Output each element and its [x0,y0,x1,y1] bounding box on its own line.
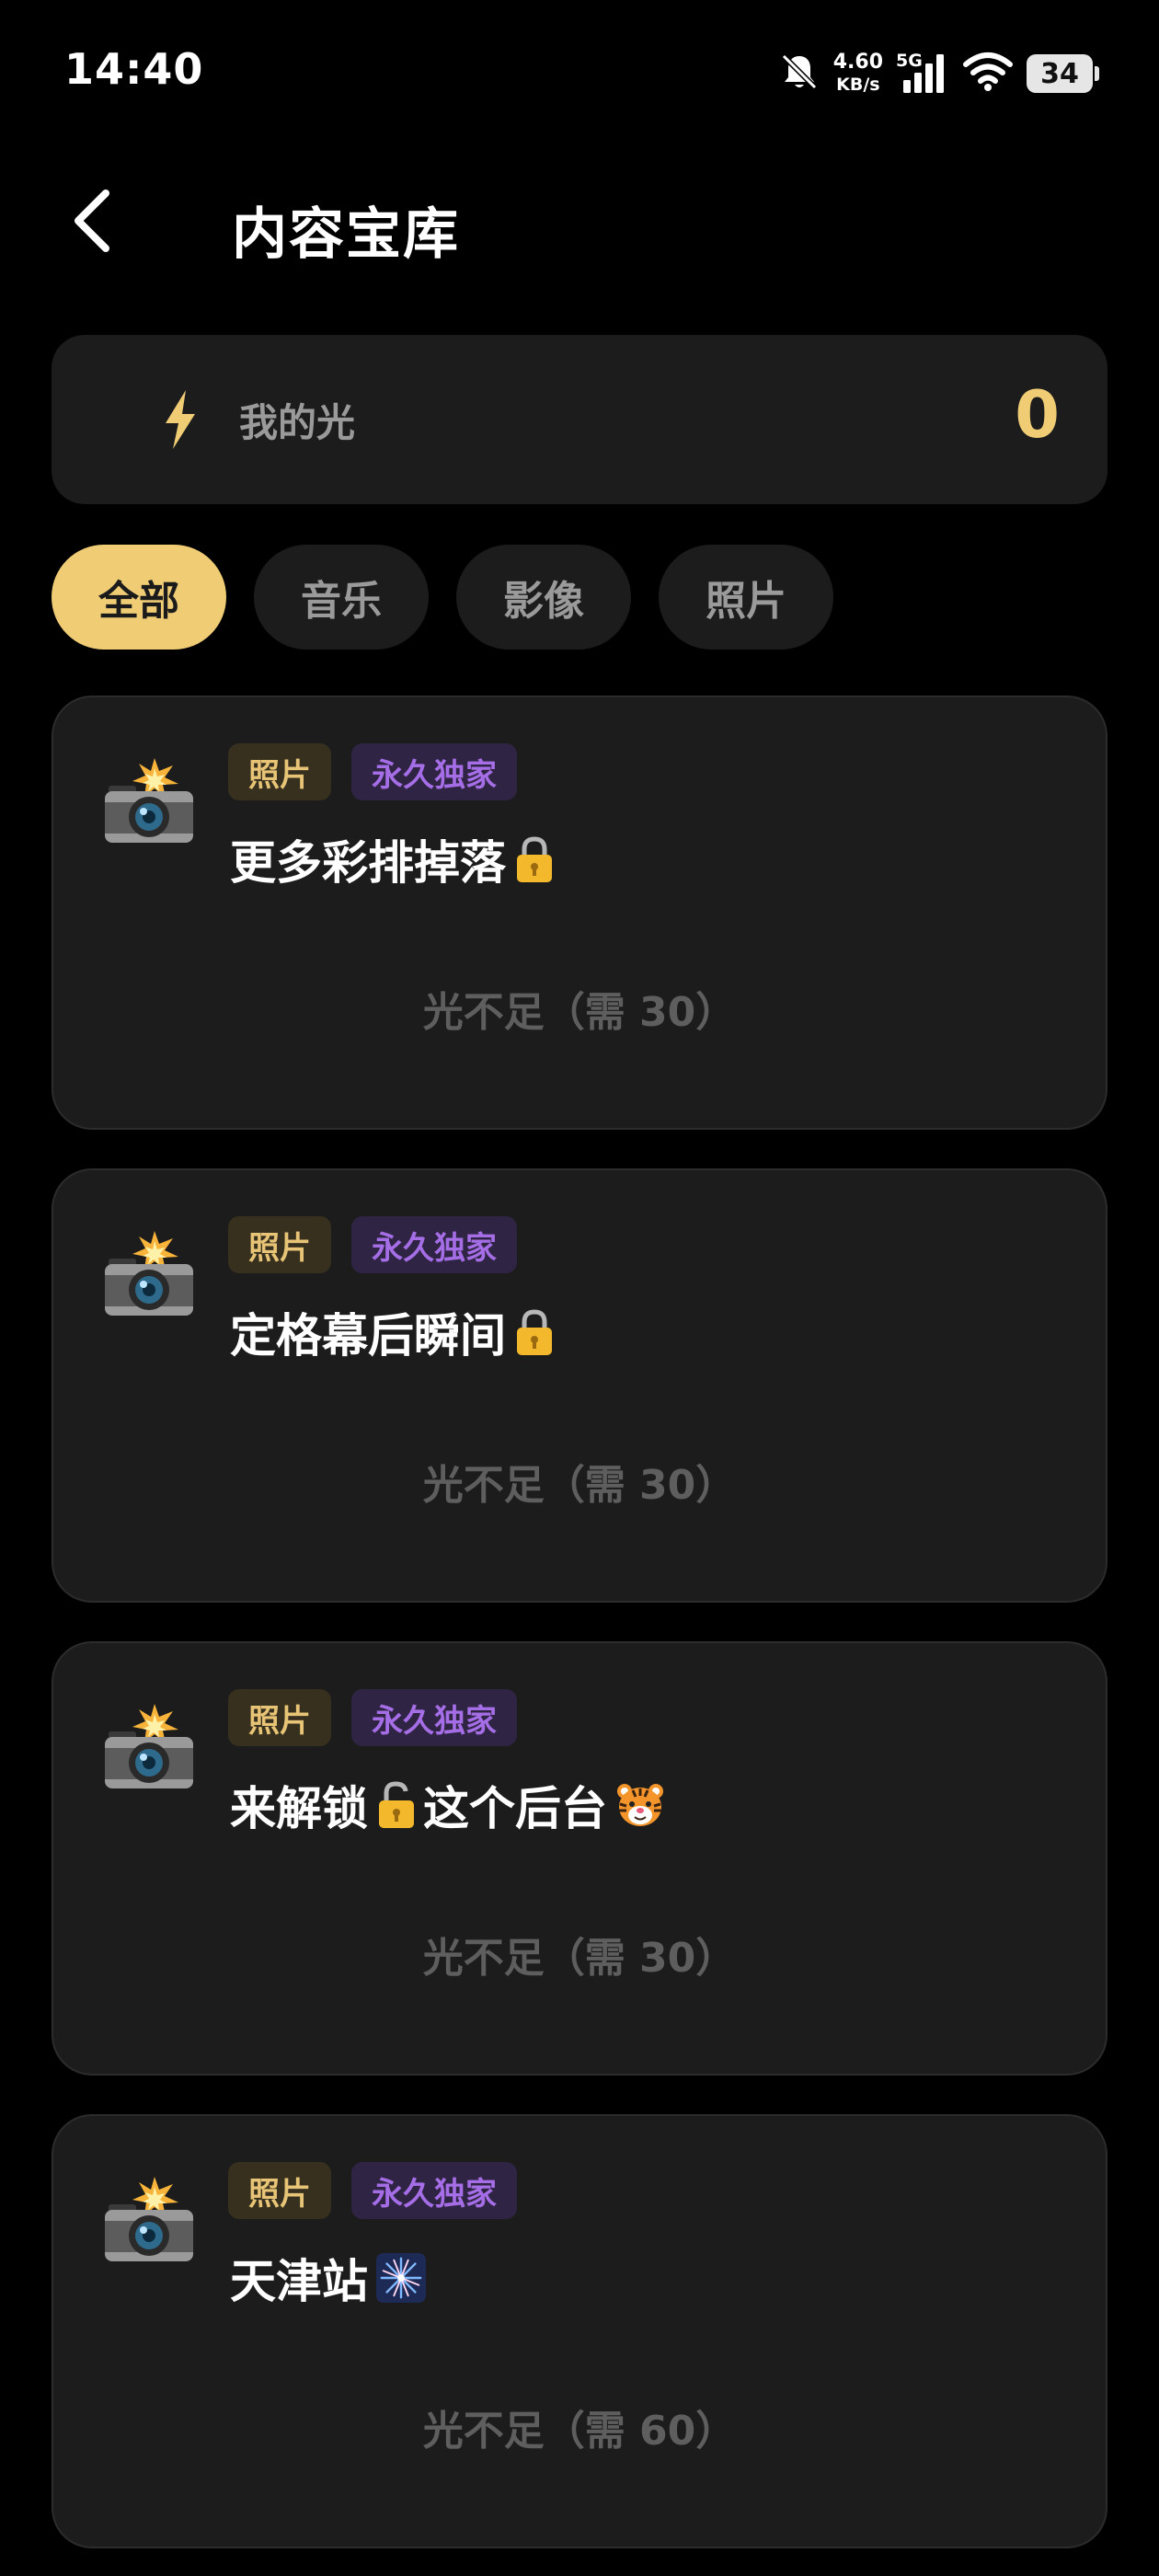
status-icons: 4.60 KB/s 5G 34 [778,46,1099,101]
card-status: 光不足（需 30） [422,1462,737,1509]
tag-photo: 照片 [228,2162,331,2219]
card-title: 更多彩排掉落 [230,826,557,892]
status-bar: 14:40 4.60 KB/s 5G 34 [0,0,1159,147]
tab-all[interactable]: 全部 [52,545,226,650]
card-title-prefix: 来解锁 [230,1782,368,1835]
card-status: 光不足（需 60） [422,2408,737,2455]
card-title-text: 天津站 [230,2255,368,2308]
tab-video[interactable]: 影像 [456,545,631,650]
card-tags: 照片 永久独家 [228,1689,517,1746]
back-button[interactable] [55,184,129,258]
net-speed: 4.60 KB/s [833,52,883,96]
cell-signal-icon: 5G [896,51,949,97]
tag-exclusive: 永久独家 [351,2162,517,2219]
fireworks-icon [376,2253,426,2303]
tag-exclusive: 永久独家 [351,743,517,800]
camera-flash-icon [105,2177,193,2261]
card-tags: 照片 永久独家 [228,2162,517,2219]
my-light-label: 我的光 [239,400,356,445]
camera-flash-icon [105,1704,193,1788]
card-title: 定格幕后瞬间 [230,1299,557,1365]
content-card[interactable]: 照片 永久独家 天津站 光不足（需 60） [52,2114,1107,2548]
card-tags: 照片 永久独家 [228,1216,517,1273]
lightning-bolt-icon [166,390,195,449]
content-card[interactable]: 照片 永久独家 定格幕后瞬间 光不足（需 30） [52,1168,1107,1603]
filter-tabs: 全部 音乐 影像 照片 [52,545,833,650]
wifi-icon [962,52,1014,96]
battery-icon: 34 [1027,54,1099,93]
tag-exclusive: 永久独家 [351,1216,517,1273]
card-title: 来解锁 这个后台 [230,1772,668,1838]
chevron-left-icon [75,190,109,252]
card-status: 光不足（需 30） [422,1935,737,1982]
content-card[interactable]: 照片 永久独家 更多彩排掉落 光不足（需 30） [52,696,1107,1130]
card-title-text: 更多彩排掉落 [230,836,506,890]
camera-flash-icon [105,1231,193,1316]
net-speed-value: 4.60 [832,51,883,74]
card-status: 光不足（需 30） [422,989,737,1036]
my-light-value: 0 [1015,377,1060,453]
tab-photo[interactable]: 照片 [659,545,833,650]
card-title: 天津站 [230,2245,429,2311]
camera-flash-icon [105,758,193,843]
battery-level: 34 [1040,57,1079,90]
card-tags: 照片 永久独家 [228,743,517,800]
page-title: 内容宝库 [232,202,460,267]
tab-music[interactable]: 音乐 [254,545,429,650]
my-light-card: 我的光 0 [52,335,1107,504]
header: 内容宝库 [0,166,1159,276]
tag-photo: 照片 [228,1216,331,1273]
status-time: 14:40 [64,44,204,94]
net-speed-unit: KB/s [836,75,880,95]
tiger-face-icon [617,1784,663,1826]
tag-exclusive: 永久独家 [351,1689,517,1746]
card-title-text: 定格幕后瞬间 [230,1309,506,1363]
tag-photo: 照片 [228,743,331,800]
bell-off-icon [778,51,820,97]
content-card[interactable]: 照片 永久独家 来解锁 这个后台 光不足（需 30） [52,1641,1107,2076]
card-title-suffix: 这个后台 [423,1782,607,1835]
unlocked-lock-icon [379,1781,414,1828]
lock-icon [517,836,552,882]
lock-icon [517,1309,552,1355]
tag-photo: 照片 [228,1689,331,1746]
